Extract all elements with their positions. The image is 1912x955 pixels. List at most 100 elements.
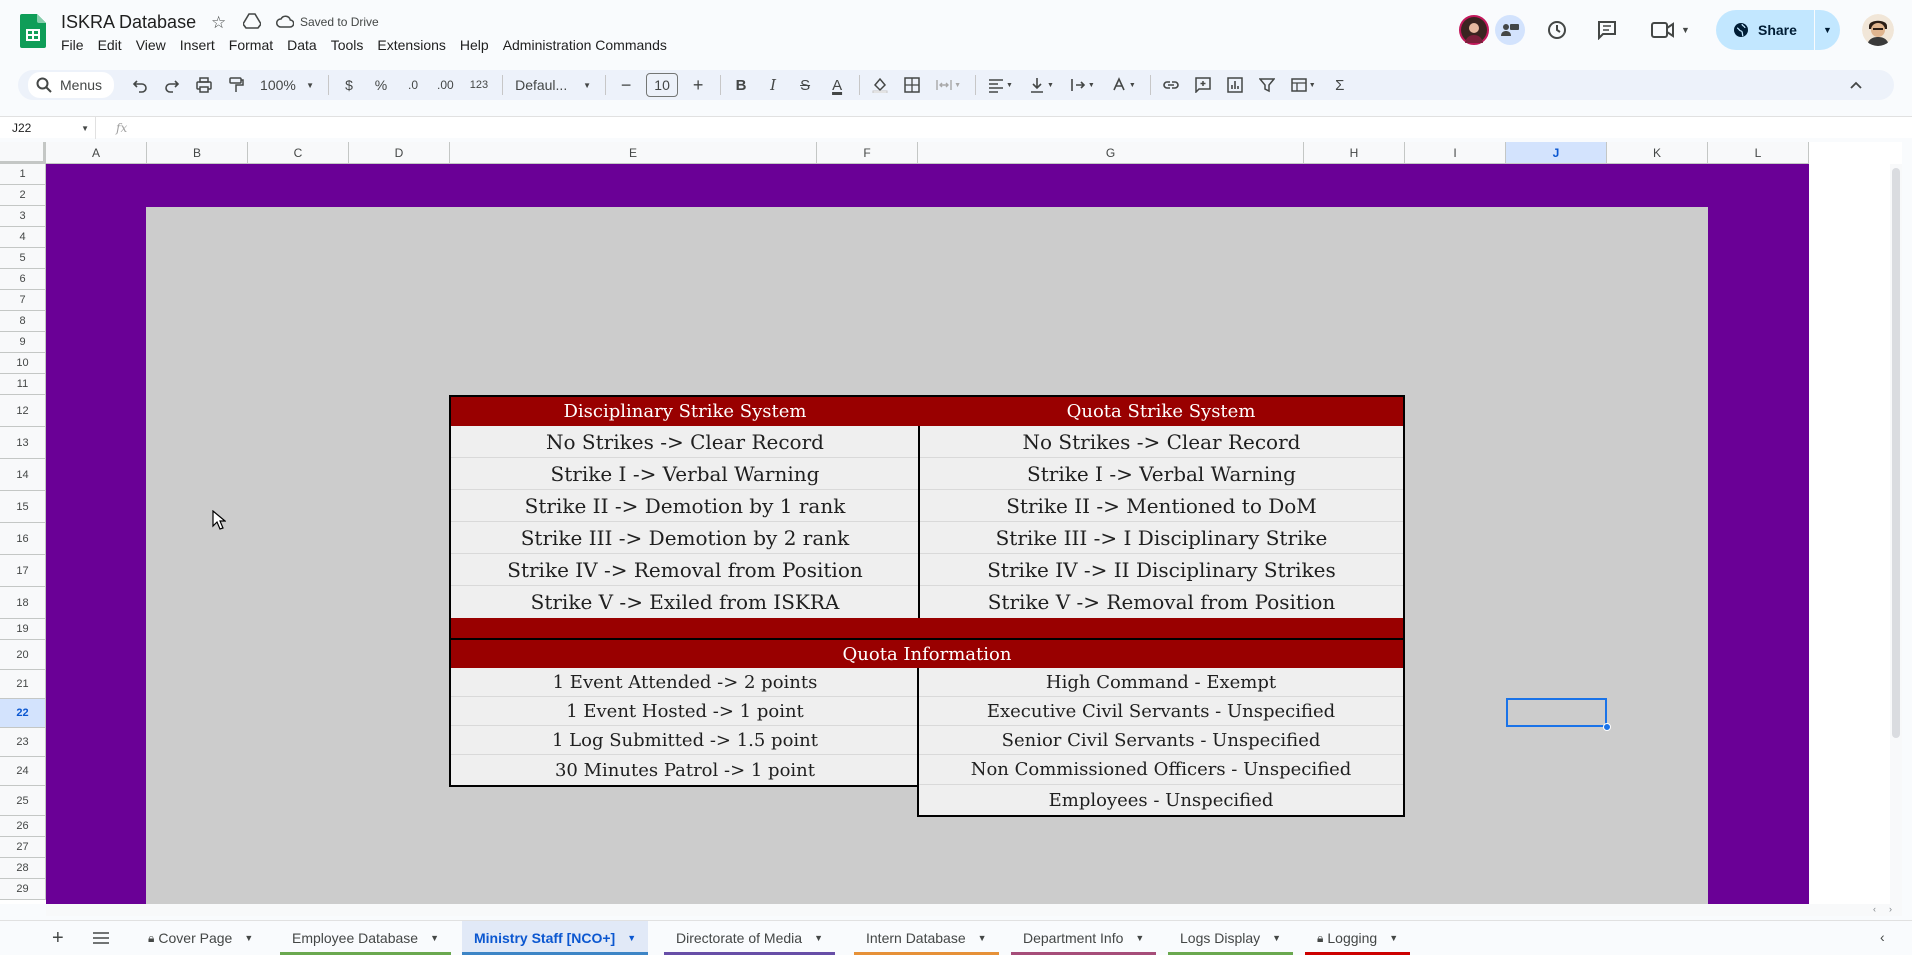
quota-requirement-item[interactable]: Senior Civil Servants - Unspecified — [919, 726, 1403, 755]
column-header-i[interactable]: I — [1405, 142, 1506, 164]
row-header[interactable]: 29 — [0, 879, 46, 900]
row-header[interactable]: 8 — [0, 311, 46, 332]
column-header-g[interactable]: G — [918, 142, 1304, 164]
sheet-tab-logging[interactable]: 🔒︎ Logging ▼ — [1305, 921, 1411, 955]
quota-strike-item[interactable]: Strike IV -> II Disciplinary Strikes — [920, 554, 1403, 586]
decrease-font-size-button[interactable]: − — [614, 73, 638, 97]
menu-file[interactable]: File — [61, 37, 84, 53]
decrease-decimal-button[interactable]: .0 — [401, 73, 425, 97]
sheets-logo[interactable] — [20, 14, 46, 48]
quota-info-header[interactable]: Quota Information — [451, 640, 1403, 668]
format-percent-button[interactable]: % — [369, 73, 393, 97]
column-header-d[interactable]: D — [349, 142, 450, 164]
row-header[interactable]: 12 — [0, 395, 46, 427]
disciplinary-item[interactable]: No Strikes -> Clear Record — [451, 426, 919, 458]
share-button[interactable]: Share ▼ — [1716, 10, 1840, 50]
star-icon[interactable]: ☆ — [211, 13, 226, 33]
column-header-k[interactable]: K — [1607, 142, 1708, 164]
row-header[interactable]: 3 — [0, 206, 46, 227]
move-to-drive-icon[interactable] — [242, 13, 262, 34]
menu-administration-commands[interactable]: Administration Commands — [503, 37, 667, 53]
quota-strike-item[interactable]: Strike III -> I Disciplinary Strike — [920, 522, 1403, 554]
quota-requirement-item[interactable]: Non Commissioned Officers - Unspecified — [919, 755, 1403, 785]
row-header[interactable]: 19 — [0, 619, 46, 640]
quota-requirement-item[interactable]: Employees - Unspecified — [919, 785, 1403, 815]
row-header[interactable]: 11 — [0, 374, 46, 395]
insert-chart-icon[interactable] — [1223, 73, 1247, 97]
menu-help[interactable]: Help — [460, 37, 489, 53]
formula-input[interactable] — [140, 117, 1900, 139]
select-all-corner[interactable] — [0, 142, 46, 164]
filter-views-icon[interactable]: ▼ — [1287, 73, 1320, 97]
row-header[interactable]: 28 — [0, 858, 46, 879]
insert-link-icon[interactable] — [1159, 73, 1183, 97]
row-header[interactable]: 20 — [0, 640, 46, 670]
row-header[interactable]: 5 — [0, 248, 46, 269]
text-color-button[interactable]: A — [825, 73, 849, 97]
disciplinary-item[interactable]: Strike I -> Verbal Warning — [451, 458, 919, 490]
column-header-e[interactable]: E — [450, 142, 817, 164]
name-box[interactable]: J22 ▼ — [6, 117, 96, 139]
sheet-tab-intern-database[interactable]: Intern Database ▼ — [854, 921, 999, 955]
column-header-j[interactable]: J — [1506, 142, 1607, 164]
row-header[interactable]: 1 — [0, 164, 46, 185]
quota-points-item[interactable]: 1 Event Hosted -> 1 point — [451, 697, 919, 726]
scrollbar-thumb[interactable] — [1892, 168, 1900, 738]
quota-strike-header[interactable]: Quota Strike System — [919, 397, 1403, 426]
undo-icon[interactable] — [128, 73, 152, 97]
disciplinary-item[interactable]: Strike III -> Demotion by 2 rank — [451, 522, 919, 554]
row-header[interactable]: 25 — [0, 786, 46, 816]
row-header[interactable]: 17 — [0, 555, 46, 587]
menu-format[interactable]: Format — [229, 37, 273, 53]
row-header[interactable]: 24 — [0, 757, 46, 786]
collapse-sidebar-icon[interactable]: ‹ — [1880, 929, 1885, 945]
quota-requirement-item[interactable]: Executive Civil Servants - Unspecified — [919, 697, 1403, 726]
bold-button[interactable]: B — [729, 73, 753, 97]
collapse-toolbar-icon[interactable] — [1844, 73, 1868, 97]
sheet-tab-cover-page[interactable]: 🔒︎ Cover Page ▼ — [136, 921, 265, 955]
scroll-left-icon[interactable]: ‹ — [1873, 904, 1876, 914]
disciplinary-item[interactable]: Strike II -> Demotion by 1 rank — [451, 490, 919, 522]
redo-icon[interactable] — [160, 73, 184, 97]
selected-cell[interactable] — [1506, 698, 1607, 727]
row-header[interactable]: 6 — [0, 269, 46, 290]
row-header[interactable]: 10 — [0, 353, 46, 374]
quota-strike-item[interactable]: Strike V -> Removal from Position — [920, 586, 1403, 618]
horizontal-align-icon[interactable]: ▼ — [984, 73, 1017, 97]
doc-title[interactable]: ISKRA Database — [61, 12, 196, 33]
comments-icon[interactable] — [1597, 20, 1617, 45]
version-history-icon[interactable] — [1546, 19, 1568, 46]
row-header[interactable]: 26 — [0, 816, 46, 837]
fill-color-icon[interactable] — [868, 73, 892, 97]
row-header[interactable]: 15 — [0, 491, 46, 523]
row-header[interactable]: 21 — [0, 670, 46, 699]
column-header-a[interactable]: A — [46, 142, 147, 164]
insert-comment-icon[interactable] — [1191, 73, 1215, 97]
sheet-tab-department-info[interactable]: Department Info ▼ — [1011, 921, 1157, 955]
column-header-l[interactable]: L — [1708, 142, 1809, 164]
menu-view[interactable]: View — [136, 37, 166, 53]
functions-button[interactable]: Σ — [1328, 73, 1352, 97]
strikethrough-button[interactable]: S — [793, 73, 817, 97]
meet-call-icon[interactable]: ▼ — [1651, 21, 1690, 39]
row-header[interactable]: 9 — [0, 332, 46, 353]
quota-points-item[interactable]: 30 Minutes Patrol -> 1 point — [451, 755, 919, 785]
share-dropdown[interactable]: ▼ — [1814, 10, 1840, 50]
disciplinary-item[interactable]: Strike IV -> Removal from Position — [451, 554, 919, 586]
menu-tools[interactable]: Tools — [331, 37, 364, 53]
quota-points-item[interactable]: 1 Log Submitted -> 1.5 point — [451, 726, 919, 755]
zoom-select[interactable]: 100% ▼ — [256, 73, 318, 97]
row-header[interactable]: 16 — [0, 523, 46, 555]
disciplinary-item[interactable]: Strike V -> Exiled from ISKRA — [451, 586, 919, 618]
row-header[interactable]: 2 — [0, 185, 46, 206]
more-formats-button[interactable]: 123 — [466, 73, 492, 97]
row-header[interactable]: 4 — [0, 227, 46, 248]
menu-extensions[interactable]: Extensions — [377, 37, 445, 53]
merge-cells-icon[interactable]: ▼ — [932, 73, 965, 97]
row-header[interactable]: 18 — [0, 587, 46, 619]
menu-insert[interactable]: Insert — [180, 37, 215, 53]
menus-search[interactable]: Menus — [28, 72, 115, 98]
menu-edit[interactable]: Edit — [98, 37, 122, 53]
column-header-c[interactable]: C — [248, 142, 349, 164]
row-header[interactable]: 13 — [0, 427, 46, 459]
